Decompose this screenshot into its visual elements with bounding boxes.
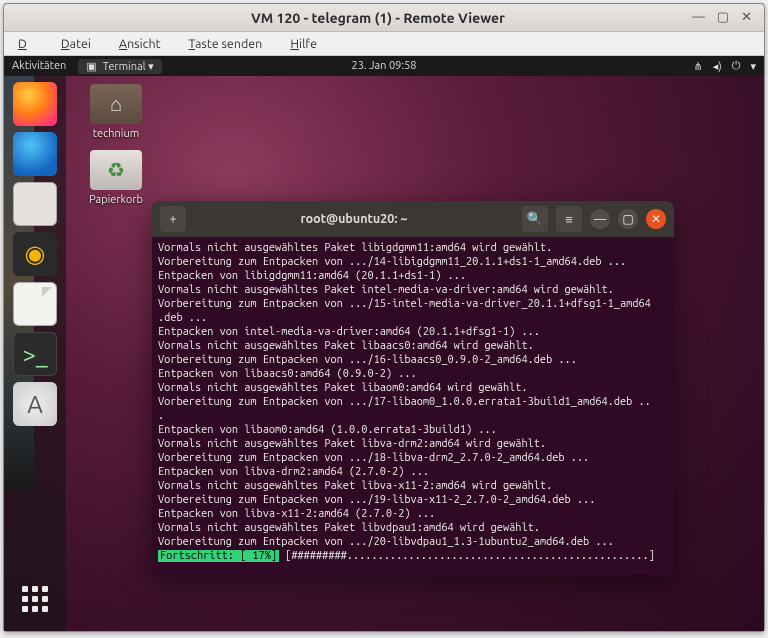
gnome-topbar: Aktivitäten ▣ Terminal ▾ 23. Jan 09:58 ⋔… [4, 56, 764, 76]
app-menu-label: Terminal ▾ [103, 60, 154, 73]
desktop-trash[interactable]: ♻ Papierkorb [76, 150, 156, 206]
menu-file[interactable]: Ddocument.currentScript.previousSibling.… [12, 35, 45, 53]
power-icon[interactable]: ⏻ [732, 60, 741, 73]
menu-send-key[interactable]: Taste senden [177, 35, 275, 53]
dock-show-apps[interactable] [13, 577, 57, 621]
hamburger-menu-button[interactable]: ≡ [556, 206, 582, 232]
remote-viewer-titlebar: VM 120 - telegram (1) - Remote Viewer — … [4, 4, 764, 32]
terminal-close-button[interactable]: ✕ [646, 209, 666, 229]
clock[interactable]: 23. Jan 09:58 [351, 60, 416, 72]
minimize-icon[interactable]: — [692, 10, 705, 25]
trash-icon: ♻ [90, 150, 142, 190]
menu-file[interactable]: Datei [49, 35, 103, 53]
terminal-titlebar: + root@ubuntu20: ~ 🔍 ≡ — ▢ ✕ [152, 201, 674, 237]
dock-rhythmbox[interactable]: ◉ [13, 232, 57, 276]
folder-icon: ⌂ [90, 84, 142, 124]
new-tab-button[interactable]: + [160, 206, 186, 232]
desktop-trash-label: Papierkorb [76, 194, 156, 206]
search-button[interactable]: 🔍 [522, 206, 548, 232]
volume-icon[interactable]: ◂) [713, 60, 722, 73]
terminal-title: root@ubuntu20: ~ [194, 212, 514, 226]
dock-software[interactable]: A [13, 382, 57, 426]
activities-button[interactable]: Aktivitäten [12, 60, 66, 72]
desktop-folder-technium[interactable]: ⌂ technium [76, 84, 156, 140]
dock-libreoffice[interactable] [13, 282, 57, 326]
terminal-window: + root@ubuntu20: ~ 🔍 ≡ — ▢ ✕ Vormals nic… [152, 201, 674, 575]
close-icon[interactable]: ✕ [741, 10, 752, 25]
terminal-maximize-button[interactable]: ▢ [618, 209, 638, 229]
app-menu-chip[interactable]: ▣ Terminal ▾ [78, 59, 161, 74]
menu-help[interactable]: Hilfe [278, 35, 329, 53]
maximize-icon[interactable]: ▢ [717, 10, 729, 25]
desktop-folder-label: technium [76, 128, 156, 140]
remote-viewer-window: VM 120 - telegram (1) - Remote Viewer — … [3, 3, 765, 632]
remote-viewer-title: VM 120 - telegram (1) - Remote Viewer [64, 10, 692, 26]
guest-desktop: Aktivitäten ▣ Terminal ▾ 23. Jan 09:58 ⋔… [4, 56, 764, 631]
menu-view[interactable]: Ansicht [107, 35, 173, 53]
terminal-minimize-button[interactable]: — [590, 209, 610, 229]
dock-thunderbird[interactable] [13, 132, 57, 176]
network-icon[interactable]: ⋔ [694, 60, 703, 73]
dock-terminal[interactable]: >_ [13, 332, 57, 376]
dock-firefox[interactable] [13, 82, 57, 126]
desktop-icons: ⌂ technium ♻ Papierkorb [76, 84, 156, 216]
chevron-down-icon[interactable]: ▾ [750, 60, 756, 73]
dock-files[interactable] [13, 182, 57, 226]
terminal-body[interactable]: Vormals nicht ausgewähltes Paket libigdg… [152, 237, 674, 575]
dock: ◉ >_ A [4, 76, 66, 631]
remote-viewer-menubar: Ddocument.currentScript.previousSibling.… [4, 32, 764, 56]
terminal-icon: ▣ [86, 60, 96, 73]
